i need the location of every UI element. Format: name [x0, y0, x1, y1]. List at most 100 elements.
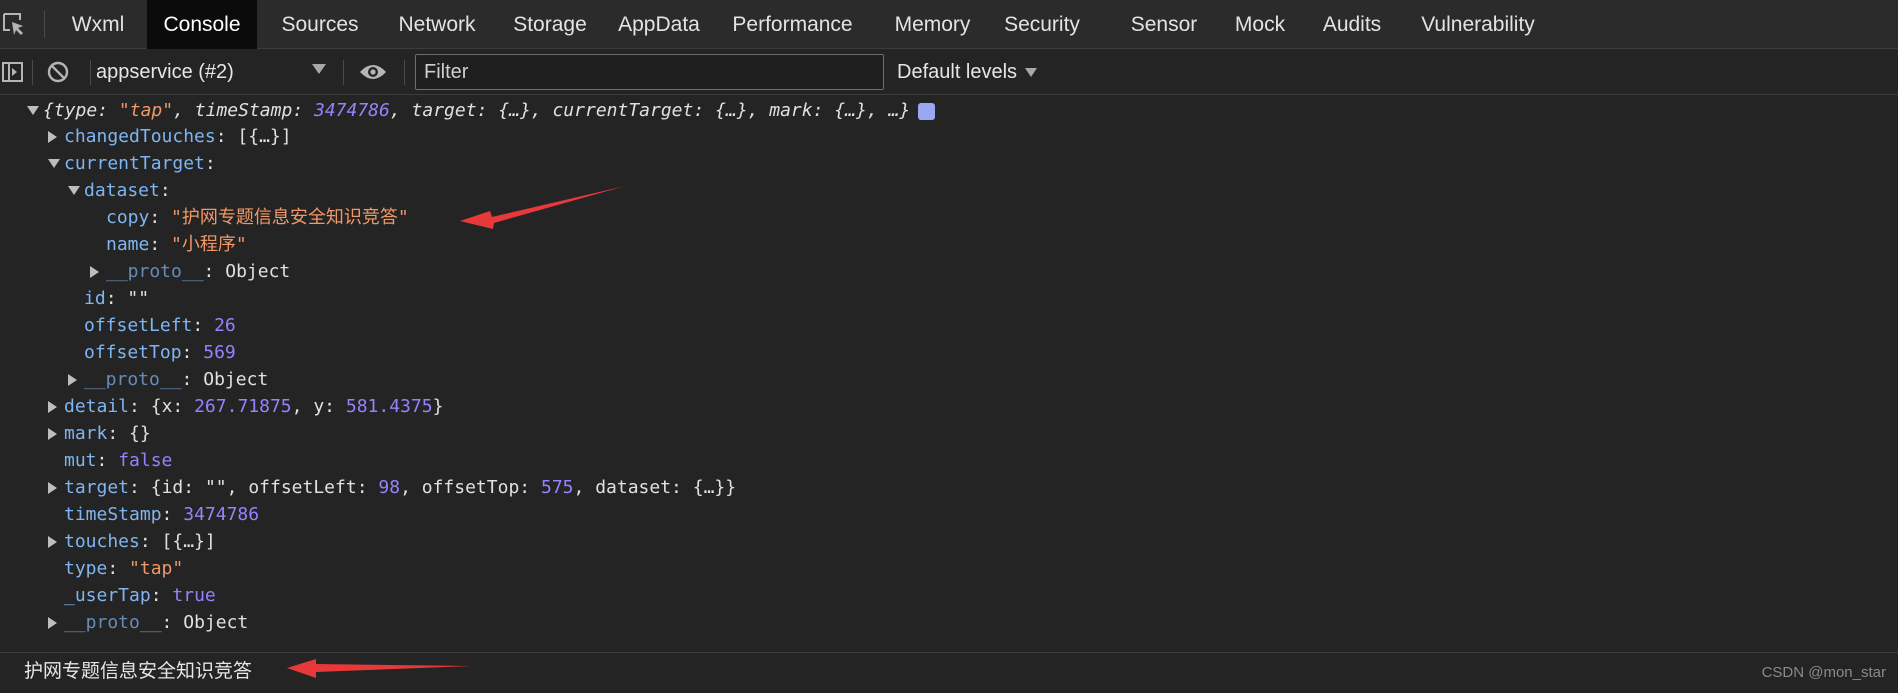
prop-key: target: [64, 477, 130, 498]
prop-proto-dataset[interactable]: __proto__: Object: [90, 258, 290, 285]
expand-triangle-icon[interactable]: [48, 536, 57, 548]
detail-x-value: 267.71875: [194, 396, 292, 417]
prop-key: type: [64, 558, 108, 579]
console-output: {type: "tap", timeStamp: 3474786, target…: [0, 96, 1898, 651]
prop-name: name: "小程序": [106, 234, 247, 255]
tab-storage[interactable]: Storage: [500, 0, 600, 49]
tab-separator: [44, 11, 45, 38]
target-offsettop-value: 575: [540, 477, 574, 498]
info-badge-icon[interactable]: [918, 102, 936, 120]
collapse-triangle-icon[interactable]: [68, 186, 80, 195]
prop-value: "tap": [129, 558, 184, 579]
filter-input[interactable]: [415, 54, 884, 90]
prop-value: {}: [129, 423, 151, 444]
prop-key: mark: [64, 423, 108, 444]
prop-id: id: "": [84, 288, 150, 309]
toolbar-separator: [343, 60, 344, 85]
prop-copy: copy: "护网专题信息安全知识竞答": [106, 207, 409, 228]
tab-mock[interactable]: Mock: [1226, 0, 1294, 49]
prop-proto-currenttarget[interactable]: __proto__: Object: [68, 366, 268, 393]
prop-proto-root[interactable]: __proto__: Object: [48, 609, 248, 636]
summary-tail: , …}: [866, 100, 911, 121]
expand-triangle-icon[interactable]: [48, 428, 57, 440]
prop-key: __proto__: [106, 261, 204, 282]
prop-key: timeStamp: [64, 504, 162, 525]
prop-currenttarget[interactable]: currentTarget:: [48, 150, 216, 177]
watermark: CSDN @mon_star: [1761, 664, 1886, 681]
prop-key: __proto__: [64, 612, 162, 633]
devtools-tab-bar: Wxml Console Sources Network Storage App…: [0, 0, 1898, 49]
prop-key: changedTouches: [64, 126, 216, 147]
console-log-output: 护网专题信息安全知识竞答: [24, 660, 253, 682]
prop-dataset[interactable]: dataset:: [68, 177, 171, 204]
toolbar-separator: [404, 60, 405, 85]
prop-type: type: "tap": [64, 558, 184, 579]
prop-value: [{…}]: [161, 531, 216, 552]
tab-wxml[interactable]: Wxml: [58, 0, 138, 49]
summary-key-timestamp: timeStamp: [194, 100, 293, 121]
prop-key: _userTap: [64, 585, 151, 606]
event-object-summary[interactable]: {type: "tap", timeStamp: 3474786, target…: [27, 97, 936, 124]
expand-triangle-icon[interactable]: [90, 266, 99, 278]
tab-sensor[interactable]: Sensor: [1120, 0, 1208, 49]
prop-changedtouches[interactable]: changedTouches: [{…}]: [48, 123, 292, 150]
summary-value-currenttarget: {…}: [715, 100, 748, 121]
prop-value: "": [127, 288, 150, 309]
tab-performance[interactable]: Performance: [725, 0, 860, 49]
prop-value: "护网专题信息安全知识竞答": [171, 207, 409, 228]
summary-key-target: target: [411, 100, 477, 121]
expand-triangle-icon[interactable]: [48, 482, 57, 494]
prop-value: [{…}]: [237, 126, 292, 147]
summary-key-type: type: [53, 100, 98, 121]
log-levels-dropdown[interactable]: Default levels: [897, 55, 1038, 89]
clear-console-icon[interactable]: [46, 59, 70, 85]
prop-key: currentTarget: [64, 153, 205, 174]
tab-sources[interactable]: Sources: [270, 0, 370, 49]
inspect-element-icon[interactable]: [0, 9, 28, 39]
tab-memory[interactable]: Memory: [880, 0, 985, 49]
chevron-down-icon: [1025, 67, 1038, 77]
punctuation: {: [43, 100, 54, 121]
prop-key: copy: [106, 207, 150, 228]
collapse-triangle-icon[interactable]: [27, 106, 39, 115]
prop-key: name: [106, 234, 150, 255]
summary-value-mark: {…}: [834, 100, 867, 121]
prop-value: 3474786: [183, 504, 260, 525]
prop-value: false: [118, 450, 173, 471]
show-sidebar-icon[interactable]: [2, 59, 24, 85]
prop-key: offsetLeft: [84, 315, 193, 336]
prop-key: dataset: [84, 180, 160, 201]
tab-appdata[interactable]: AppData: [607, 0, 711, 49]
expand-triangle-icon[interactable]: [48, 401, 57, 413]
collapse-triangle-icon[interactable]: [48, 159, 60, 168]
tab-audits[interactable]: Audits: [1314, 0, 1390, 49]
prop-mark[interactable]: mark: {}: [48, 420, 151, 447]
summary-value-type: "tap": [118, 100, 174, 121]
summary-value-target: {…}: [498, 100, 531, 121]
live-expression-eye-icon[interactable]: [359, 59, 387, 85]
target-offsetleft-value: 98: [378, 477, 401, 498]
prop-value: Object: [183, 612, 249, 633]
context-select[interactable]: appservice (#2): [96, 55, 332, 89]
tab-network[interactable]: Network: [380, 0, 494, 49]
expand-triangle-icon[interactable]: [48, 131, 57, 143]
tab-security[interactable]: Security: [997, 0, 1087, 49]
prop-key: mut: [64, 450, 97, 471]
prop-key: offsetTop: [84, 342, 182, 363]
prop-key: touches: [64, 531, 140, 552]
detail-y-value: 581.4375: [345, 396, 433, 417]
tab-vulnerability[interactable]: Vulnerability: [1414, 0, 1542, 49]
prop-key: id: [84, 288, 106, 309]
prop-offsettop: offsetTop: 569: [84, 342, 236, 363]
expand-triangle-icon[interactable]: [68, 374, 77, 386]
prop-timestamp: timeStamp: 3474786: [64, 504, 260, 525]
prop-detail[interactable]: detail: {x: 267.71875, y: 581.4375}: [48, 393, 443, 420]
prop-touches[interactable]: touches: [{…}]: [48, 528, 216, 555]
prop-target[interactable]: target: {id: "", offsetLeft: 98, offsetT…: [48, 474, 736, 501]
summary-key-currenttarget: currentTarget: [552, 100, 694, 121]
expand-triangle-icon[interactable]: [48, 617, 57, 629]
prop-value: "小程序": [171, 234, 247, 255]
chevron-down-icon: [312, 64, 326, 74]
tab-console[interactable]: Console: [147, 0, 257, 49]
log-levels-label: Default levels: [897, 60, 1018, 83]
